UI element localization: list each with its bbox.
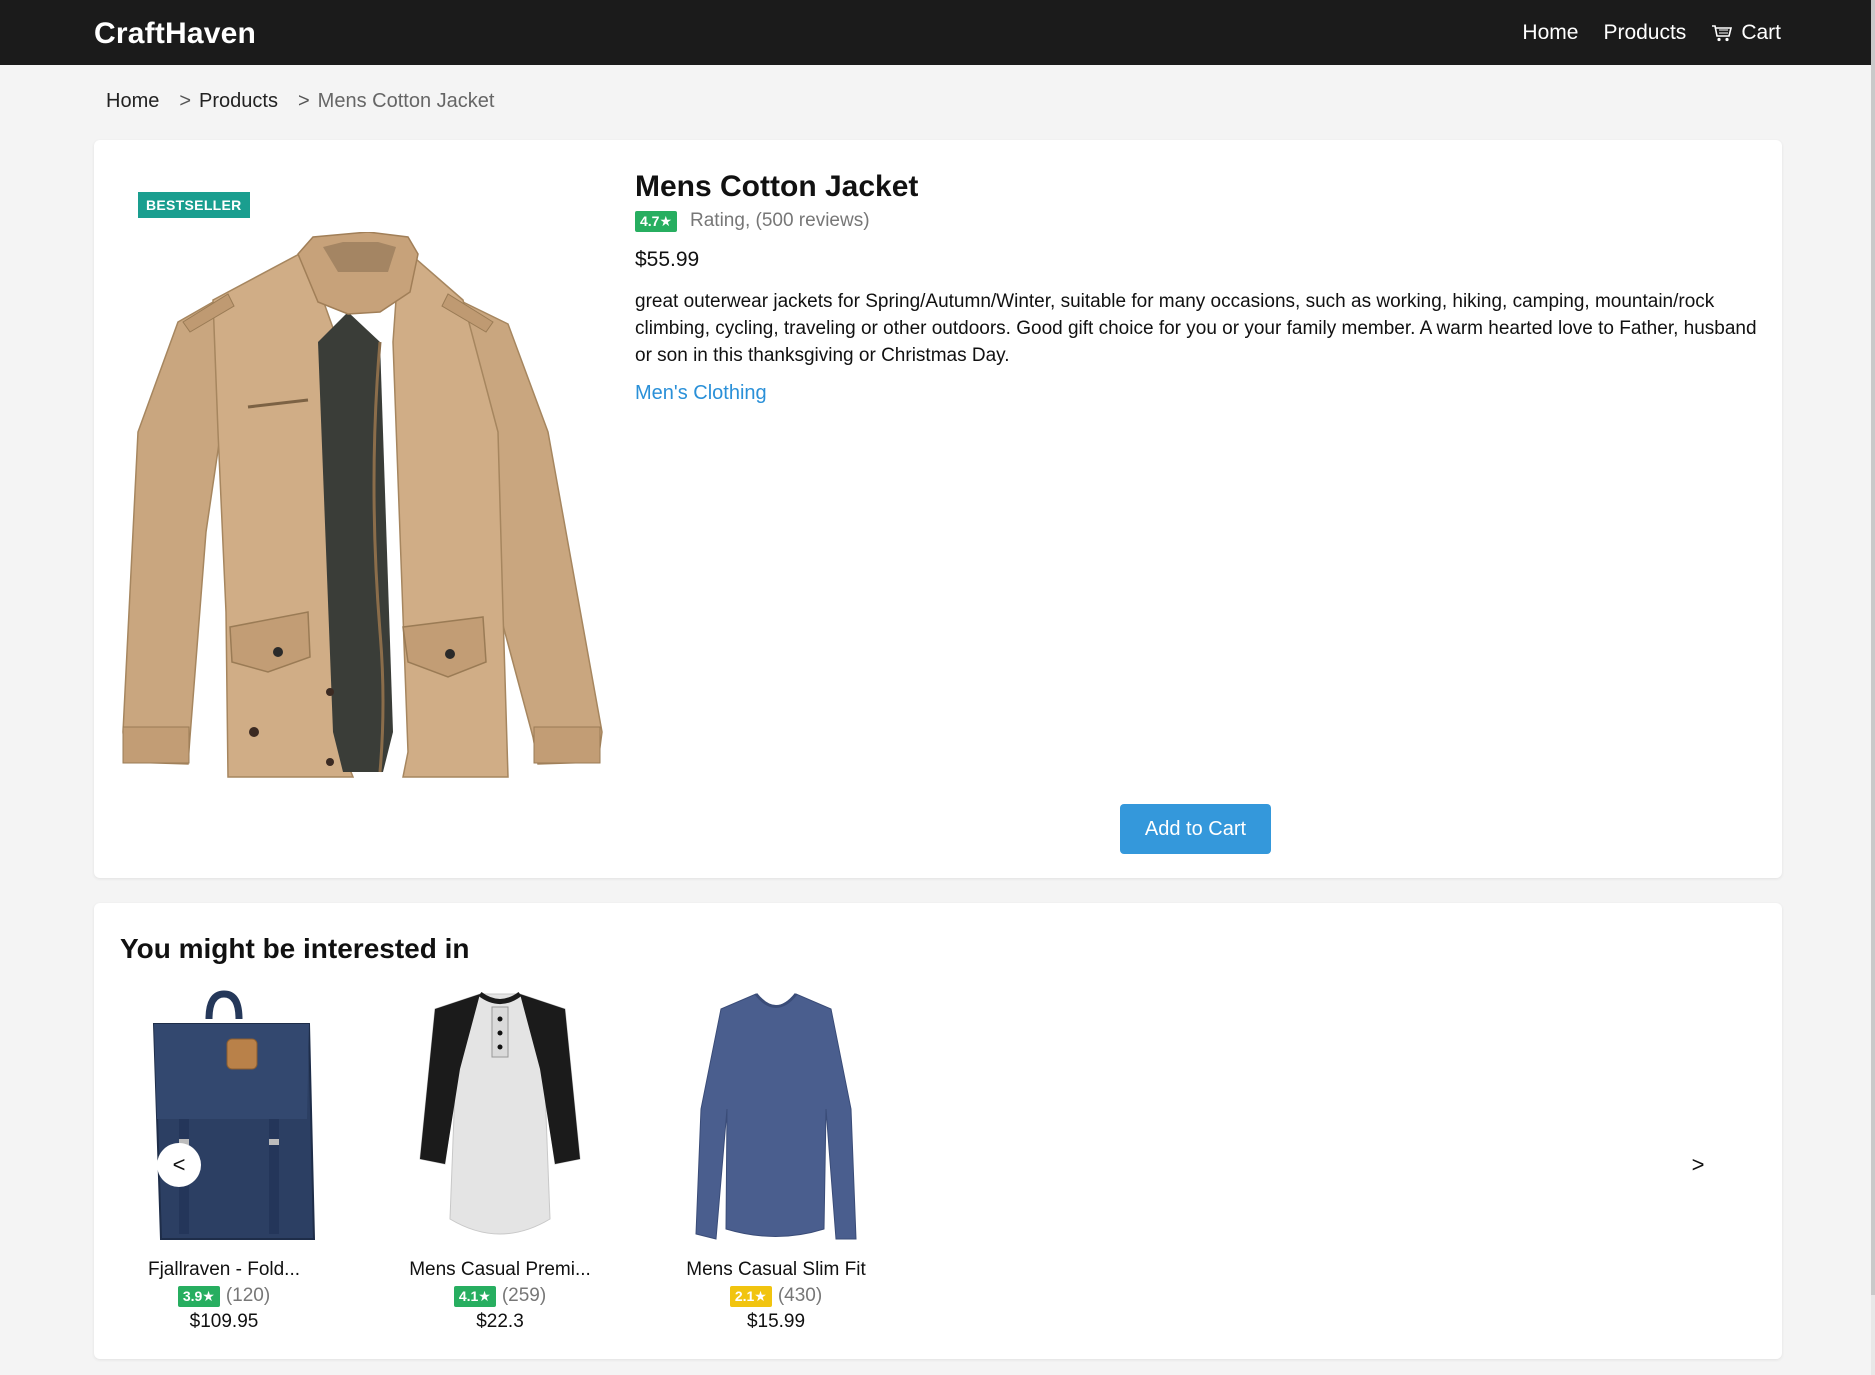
review-count: (259) [501,1285,547,1306]
product-rating: 4.7★ Rating, (500 reviews) [635,210,870,232]
product-image-slim-fit-shirt [695,993,857,1240]
related-item-rating: 4.1★ (259) [385,1285,615,1307]
nav-links: Home Products Cart [1497,0,1781,65]
product-description: great outerwear jackets for Spring/Autum… [635,291,1757,366]
related-item-rating: 3.9★ (120) [109,1285,339,1307]
product-image-raglan-shirt [419,991,581,1235]
review-count: (120) [225,1285,271,1306]
related-products-section: You might be interested in Fjallraven - … [94,903,1782,1359]
related-item-name: Mens Casual Premi... [409,1259,591,1280]
nav-home-link[interactable]: Home [1522,21,1578,45]
breadcrumb-home[interactable]: Home [106,90,159,113]
breadcrumb-current: Mens Cotton Jacket [317,90,495,112]
review-count: (430) [777,1285,823,1306]
related-item-raglan-shirt[interactable]: Mens Casual Premi... 4.1★ (259) $22.3 [385,989,615,1333]
breadcrumb-separator: > [179,90,192,112]
scrollbar-thumb[interactable] [1871,0,1875,1295]
brand-logo[interactable]: CraftHaven [94,17,256,51]
carousel-next-button[interactable]: > [1676,1143,1720,1187]
rating-text: Rating, (500 reviews) [690,210,870,231]
related-item-price: $22.3 [476,1311,524,1332]
nav-cart-label: Cart [1741,20,1781,44]
product-image-jacket [122,232,603,778]
product-price: $55.99 [635,248,700,271]
nav-products-link[interactable]: Products [1603,21,1686,45]
breadcrumb-products[interactable]: Products [199,90,278,113]
related-item-price: $15.99 [746,1311,806,1332]
product-detail-card: BESTSELLER Mens Cotton Jacket 4.7★ Ratin… [94,140,1782,878]
rating-pill: 2.1★ [729,1285,772,1307]
related-item-name: Mens Casual Slim Fit [686,1259,866,1280]
nav-cart-link[interactable]: Cart [1711,21,1781,45]
top-navbar: CraftHaven Home Products Cart [0,0,1871,65]
cart-icon [1712,24,1733,41]
category-link[interactable]: Men's Clothing [635,382,767,405]
rating-pill: 4.7★ [635,210,678,232]
rating-pill: 3.9★ [177,1285,220,1307]
rating-pill: 4.1★ [453,1285,496,1307]
carousel-prev-button[interactable]: < [157,1143,201,1187]
product-image-backpack [152,990,316,1240]
related-item-backpack[interactable]: Fjallraven - Fold... 3.9★ (120) $109.95 [109,989,339,1333]
product-title: Mens Cotton Jacket [635,170,919,203]
related-item-price: $109.95 [189,1311,259,1332]
add-to-cart-button[interactable]: Add to Cart [1120,804,1271,854]
breadcrumb: Home > Products > Mens Cotton Jacket [106,90,494,113]
related-item-rating: 2.1★ (430) [661,1285,891,1307]
related-item-slim-fit-shirt[interactable]: Mens Casual Slim Fit 2.1★ (430) $15.99 [661,989,891,1333]
related-item-name: Fjallraven - Fold... [147,1259,301,1280]
bestseller-badge: BESTSELLER [138,192,250,218]
page-scrollbar[interactable] [1871,0,1875,1375]
breadcrumb-separator: > [297,90,310,112]
related-title: You might be interested in [120,933,470,964]
